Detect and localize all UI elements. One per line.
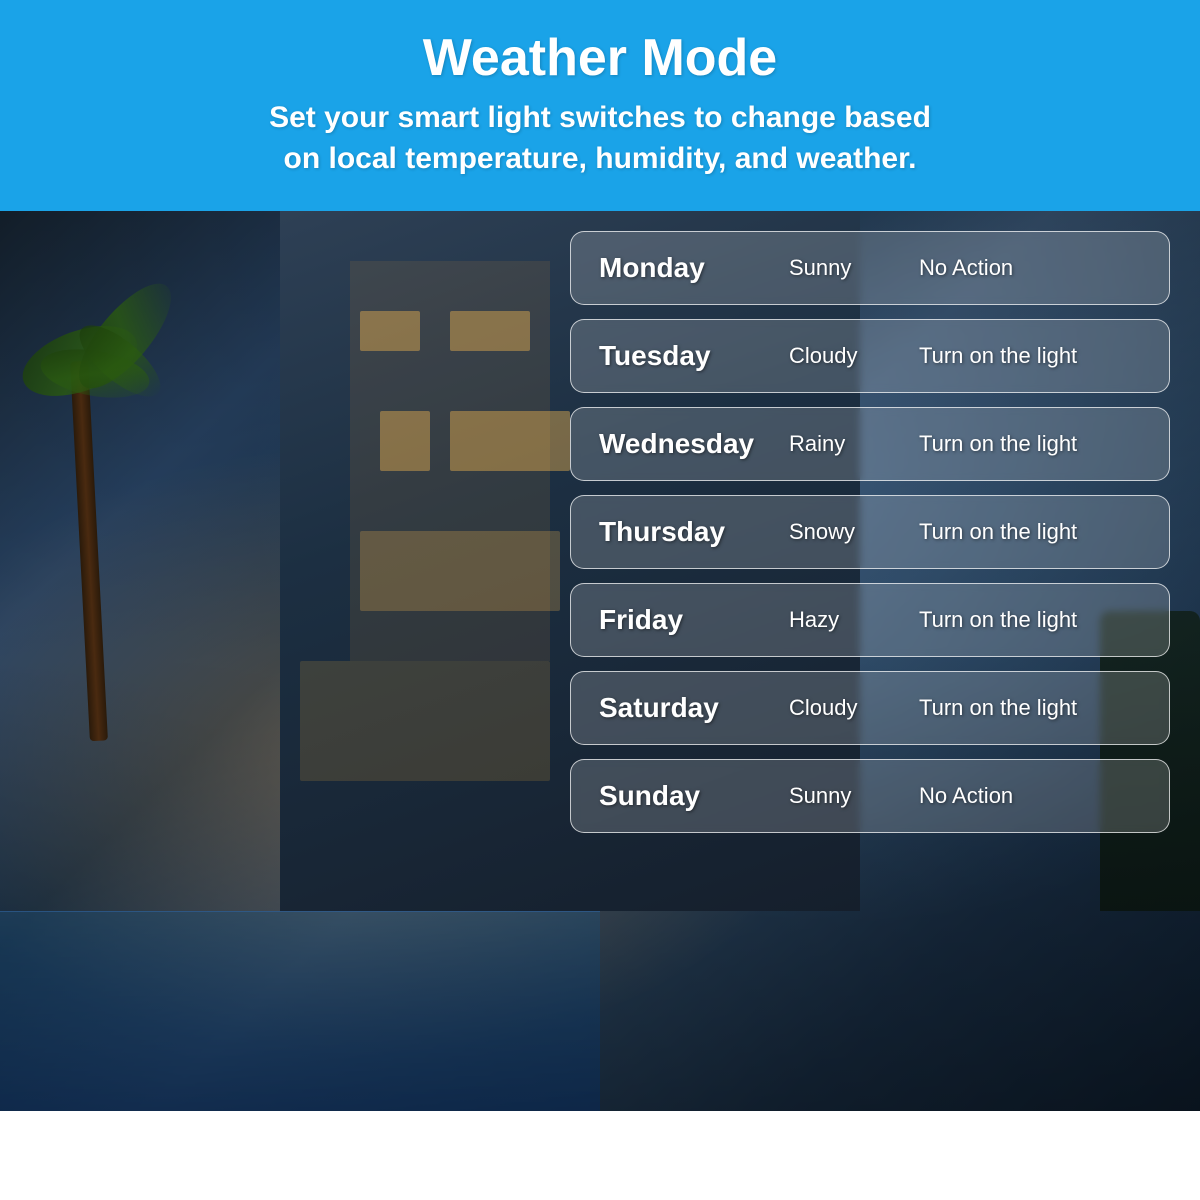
day-action-thursday: Turn on the light (919, 519, 1077, 545)
window (300, 661, 550, 781)
pool-area (0, 911, 600, 1111)
day-card-tuesday[interactable]: TuesdayCloudyTurn on the light (570, 319, 1170, 393)
day-action-saturday: Turn on the light (919, 695, 1077, 721)
day-weather-saturday: Cloudy (789, 695, 919, 721)
day-action-sunday: No Action (919, 783, 1013, 809)
day-name-monday: Monday (599, 252, 789, 284)
window (450, 411, 570, 471)
day-weather-friday: Hazy (789, 607, 919, 633)
day-name-saturday: Saturday (599, 692, 789, 724)
subtitle-line1: Set your smart light switches to change … (269, 101, 931, 134)
day-name-sunday: Sunday (599, 780, 789, 812)
day-card-wednesday[interactable]: WednesdayRainyTurn on the light (570, 407, 1170, 481)
day-name-friday: Friday (599, 604, 789, 636)
window (380, 411, 430, 471)
day-card-sunday[interactable]: SundaySunnyNo Action (570, 759, 1170, 833)
day-name-wednesday: Wednesday (599, 428, 789, 460)
page-title: Weather Mode (40, 28, 1160, 88)
day-action-monday: No Action (919, 255, 1013, 281)
page-subtitle: Set your smart light switches to change … (40, 98, 1160, 179)
day-weather-wednesday: Rainy (789, 431, 919, 457)
subtitle-line2: on local temperature, humidity, and weat… (284, 142, 917, 175)
day-weather-thursday: Snowy (789, 519, 919, 545)
day-weather-tuesday: Cloudy (789, 343, 919, 369)
day-action-wednesday: Turn on the light (919, 431, 1077, 457)
day-card-thursday[interactable]: ThursdaySnowyTurn on the light (570, 495, 1170, 569)
day-name-tuesday: Tuesday (599, 340, 789, 372)
day-weather-sunday: Sunny (789, 783, 919, 809)
window (450, 311, 530, 351)
cards-container: MondaySunnyNo ActionTuesdayCloudyTurn on… (570, 231, 1170, 833)
header: Weather Mode Set your smart light switch… (0, 0, 1200, 211)
day-action-friday: Turn on the light (919, 607, 1077, 633)
window (360, 531, 560, 611)
day-card-saturday[interactable]: SaturdayCloudyTurn on the light (570, 671, 1170, 745)
day-card-friday[interactable]: FridayHazyTurn on the light (570, 583, 1170, 657)
window (360, 311, 420, 351)
main-content: MondaySunnyNo ActionTuesdayCloudyTurn on… (0, 211, 1200, 1111)
day-card-monday[interactable]: MondaySunnyNo Action (570, 231, 1170, 305)
day-weather-monday: Sunny (789, 255, 919, 281)
day-name-thursday: Thursday (599, 516, 789, 548)
day-action-tuesday: Turn on the light (919, 343, 1077, 369)
